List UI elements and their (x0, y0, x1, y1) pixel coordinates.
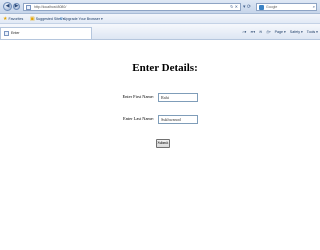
tab-title: Enter (11, 31, 20, 35)
back-arrow-icon: ◀ (5, 3, 10, 9)
search-placeholder: Google (266, 5, 278, 9)
first-name-field[interactable]: Rahi (158, 93, 198, 102)
submit-button[interactable]: Submit (156, 139, 170, 148)
suggested-sites-icon: ▣ (30, 16, 35, 22)
command-bar: ⌂▾ ≋▾ ✉ ⎙▾ Page ▾ Safety ▾ Tools ▾ (239, 30, 318, 34)
search-box[interactable]: Google ⌕ (256, 3, 317, 11)
safety-menu[interactable]: Safety ▾ (290, 30, 303, 34)
tools-menu[interactable]: Tools ▾ (307, 30, 318, 34)
first-name-row: Enter First Name: Rahi (0, 92, 320, 102)
favorites-bar: ★ Favorites ▣ Suggested Sites ▾ e Upgrad… (0, 14, 320, 24)
last-name-field[interactable]: Sukhwanod (158, 115, 198, 124)
dropdown-icon[interactable]: ▾ ⟳ (243, 3, 251, 11)
search-provider-icon (259, 5, 264, 10)
tab-bar: Enter ⌂▾ ≋▾ ✉ ⎙▾ Page ▾ Safety ▾ Tools ▾ (0, 24, 320, 40)
upgrade-label: Upgrade Your Browser ▾ (63, 17, 103, 21)
upgrade-browser-link[interactable]: e Upgrade Your Browser ▾ (60, 16, 103, 22)
last-name-label: Enter Last Name: (123, 116, 154, 121)
star-icon: ★ (3, 16, 8, 22)
favorites-label: Favorites (8, 17, 24, 21)
tab-enter[interactable]: Enter (0, 27, 92, 39)
last-name-row: Enter Last Name: Sukhwanod (0, 114, 320, 124)
page-icon (26, 5, 31, 10)
refresh-icon[interactable]: ↻ ✕ (230, 4, 238, 10)
ie-icon: e (60, 16, 63, 22)
home-icon[interactable]: ⌂▾ (242, 30, 246, 34)
print-icon[interactable]: ⎙▾ (266, 30, 270, 34)
forward-button[interactable]: ▶ (13, 3, 20, 10)
back-button[interactable]: ◀ (3, 2, 12, 11)
forward-arrow-icon: ▶ (14, 3, 19, 9)
page-menu[interactable]: Page ▾ (275, 30, 286, 34)
favorites-button[interactable]: ★ Favorites (3, 16, 23, 22)
feeds-icon[interactable]: ≋▾ (250, 30, 255, 34)
address-url: http://localhost:8080/ (34, 5, 67, 9)
address-bar[interactable]: http://localhost:8080/ ↻ ✕ (23, 3, 241, 11)
search-icon[interactable]: ⌕ (313, 4, 315, 10)
page-heading: Enter Details: (132, 62, 198, 74)
mail-icon[interactable]: ✉ (259, 30, 262, 34)
first-name-label: Enter First Name: (122, 94, 154, 99)
tab-page-icon (4, 31, 9, 36)
browser-toolbar: ◀ ▶ http://localhost:8080/ ↻ ✕ ▾ ⟳ Googl… (0, 0, 320, 14)
